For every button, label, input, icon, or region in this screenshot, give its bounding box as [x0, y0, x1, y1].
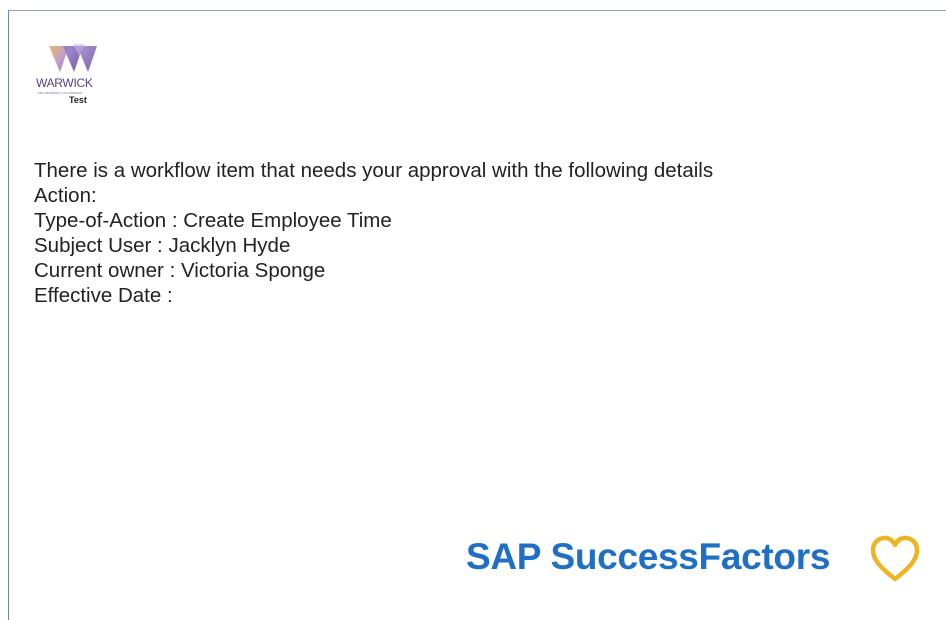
message-body: There is a workflow item that needs your…	[34, 158, 713, 308]
message-current-owner: Current owner : Victoria Sponge	[34, 259, 326, 282]
warwick-logo-icon	[49, 44, 97, 72]
message-effective-date: Effective Date :	[34, 284, 173, 307]
message-subject-user: Subject User : Jacklyn Hyde	[34, 234, 291, 257]
warwick-logo: WARWICK THE UNIVERSITY OF WARWICK Test	[30, 42, 134, 122]
message-action: Action:	[34, 184, 97, 207]
heart-icon	[870, 535, 920, 582]
frame-left-border	[8, 10, 9, 620]
brand-name: SAP SuccessFactors	[466, 536, 831, 577]
message-type-of-action: Type-of-Action : Create Employee Time	[34, 209, 392, 232]
logo-subtitle: Test	[69, 95, 87, 105]
message-intro: There is a workflow item that needs your…	[34, 159, 714, 182]
logo-wordmark: WARWICK	[36, 76, 93, 90]
frame-top-border	[8, 10, 946, 11]
sap-successfactors-logo: SAP SuccessFactors	[466, 534, 926, 586]
email-frame: WARWICK THE UNIVERSITY OF WARWICK Test T…	[0, 0, 946, 620]
